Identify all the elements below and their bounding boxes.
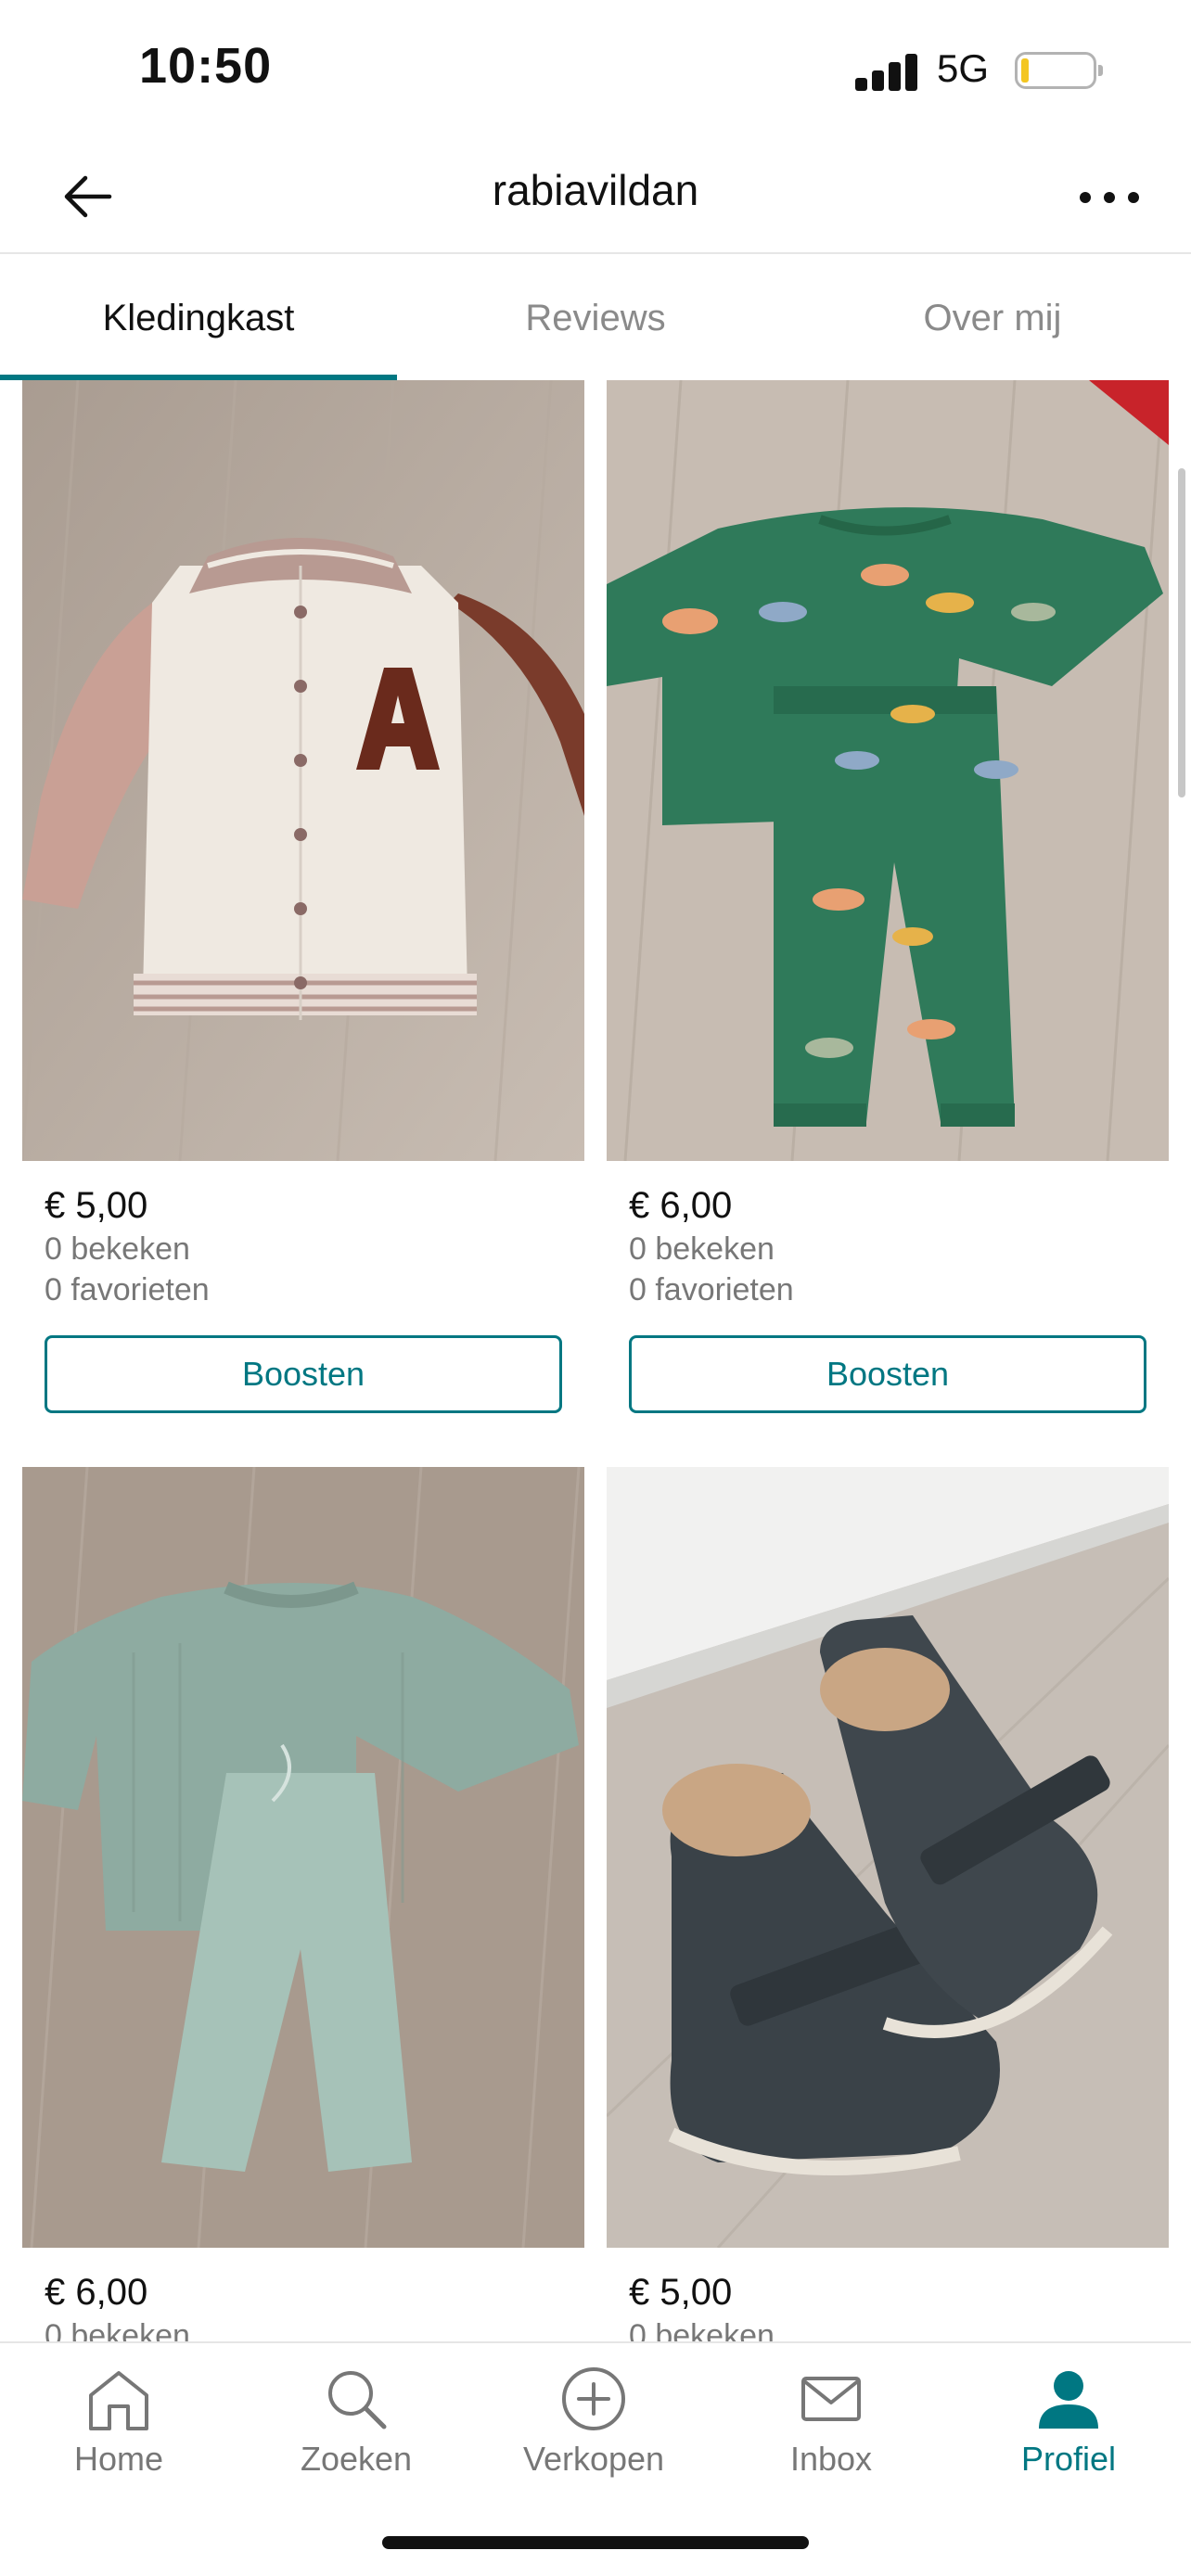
boost-button[interactable]: Boosten — [629, 1335, 1146, 1413]
more-icon — [1080, 192, 1091, 203]
tab-reviews[interactable]: Reviews — [397, 256, 794, 380]
home-indicator — [382, 2536, 809, 2549]
boots-photo[interactable] — [607, 1467, 1169, 2248]
tab-kledingkast[interactable]: Kledingkast — [0, 256, 397, 380]
item-price: € 6,00 — [45, 2272, 148, 2313]
plus-circle-icon — [562, 2367, 625, 2430]
page-title: rabiavildan — [492, 166, 699, 214]
item-card[interactable]: € 5,00 0 bekeken 0 favorieten Boosten — [22, 380, 584, 1447]
item-price: € 5,00 — [629, 2272, 733, 2313]
profile-tabs: Kledingkast Reviews Over mij — [0, 256, 1191, 380]
nav-profile[interactable]: Profiel — [950, 2343, 1187, 2510]
nav-label: Profiel — [1020, 2440, 1117, 2478]
nav-home[interactable]: Home — [0, 2343, 237, 2510]
item-views: 0 bekeken — [45, 2318, 190, 2341]
item-card[interactable]: € 6,00 0 bekeken — [22, 1467, 584, 2341]
status-bar: 10:50 5G — [0, 0, 1191, 139]
item-price: € 5,00 — [45, 1185, 148, 1226]
boost-button[interactable]: Boosten — [45, 1335, 562, 1413]
status-time: 10:50 — [139, 38, 273, 94]
wardrobe-grid: € 5,00 0 bekeken 0 favorieten Boosten € … — [0, 380, 1191, 2341]
item-views: 0 bekeken — [629, 2318, 775, 2341]
header: rabiavildan — [0, 139, 1191, 254]
home-icon — [89, 2371, 148, 2430]
nav-label: Inbox — [789, 2440, 873, 2478]
nav-search[interactable]: Zoeken — [237, 2343, 475, 2510]
item-price: € 6,00 — [629, 1185, 733, 1226]
item-favorites: 0 favorieten — [629, 1272, 794, 1307]
network-label: 5G — [937, 46, 990, 90]
item-card[interactable]: € 6,00 0 bekeken 0 favorieten Boosten — [607, 380, 1169, 1447]
battery-icon — [1015, 52, 1103, 89]
more-options-button[interactable] — [1072, 165, 1146, 230]
tab-over-mij[interactable]: Over mij — [794, 256, 1191, 380]
signal-icon — [855, 52, 918, 91]
nav-label: Home — [73, 2440, 164, 2478]
profile-icon — [1039, 2371, 1098, 2429]
item-favorites: 0 favorieten — [45, 1272, 210, 1307]
mail-icon — [801, 2377, 861, 2421]
nav-inbox[interactable]: Inbox — [712, 2343, 950, 2510]
profile-page: 10:50 5G rabiavildan Kledingkast Reviews… — [0, 0, 1191, 2576]
nav-label: Zoeken — [300, 2440, 413, 2478]
nav-label: Verkopen — [522, 2440, 665, 2478]
nav-sell[interactable]: Verkopen — [475, 2343, 712, 2510]
knit-set-photo[interactable] — [22, 1467, 584, 2248]
search-icon — [328, 2371, 387, 2429]
item-card[interactable]: € 5,00 0 bekeken — [607, 1467, 1169, 2341]
varsity-jacket-photo[interactable] — [22, 380, 584, 1161]
dino-tracksuit-photo[interactable] — [607, 380, 1169, 1161]
item-views: 0 bekeken — [45, 1231, 190, 1267]
scrollbar[interactable] — [1178, 468, 1185, 797]
item-views: 0 bekeken — [629, 1231, 775, 1267]
